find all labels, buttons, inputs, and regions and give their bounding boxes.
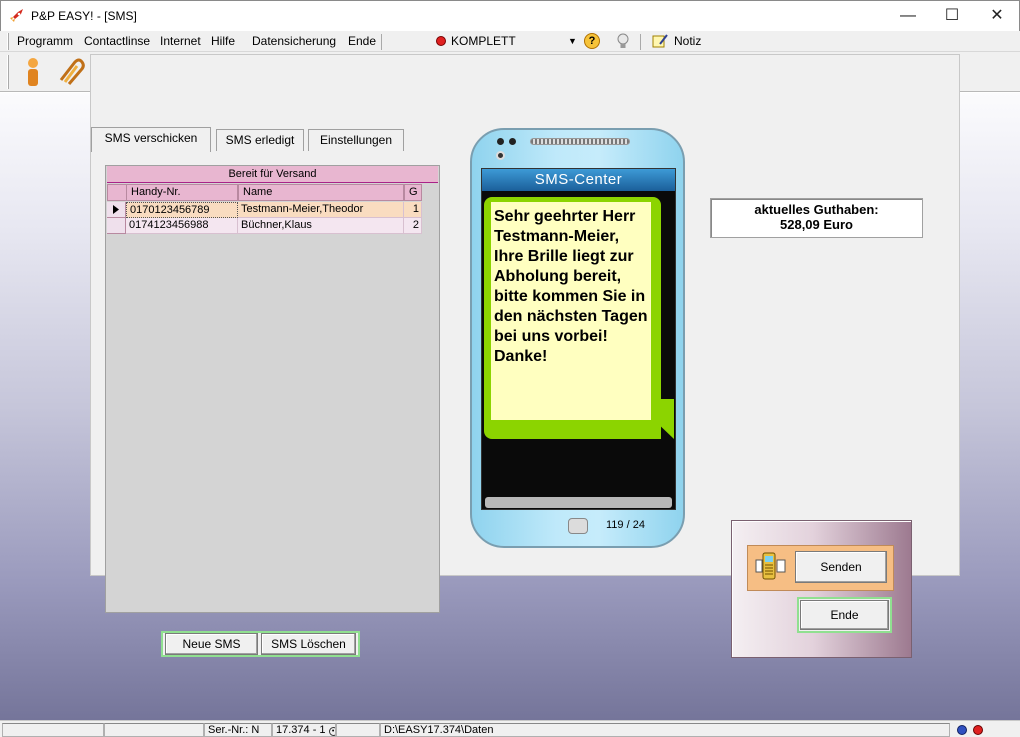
paperclip-icon[interactable] — [55, 56, 87, 88]
end-button[interactable]: Ende — [800, 600, 889, 630]
minimize-button[interactable]: — — [885, 1, 931, 31]
character-counter: 119 / 24 — [606, 519, 645, 531]
cell-phone[interactable]: 0170123456789 — [126, 202, 238, 218]
column-header-phone[interactable]: Handy-Nr. — [126, 184, 238, 201]
status-version: 17.374 - 1 • — [272, 723, 336, 737]
window-title: P&P EASY! - [SMS] — [31, 9, 137, 23]
status-cell-empty — [336, 723, 380, 737]
status-version-text: 17.374 - 1 — [276, 724, 326, 736]
column-header-g[interactable]: G — [404, 184, 422, 201]
credit-value: 528,09 Euro — [780, 217, 853, 232]
credit-box: aktuelles Guthaben: 528,09 Euro — [710, 198, 923, 238]
status-cell-empty — [104, 723, 204, 737]
menu-hilfe[interactable]: Hilfe — [211, 34, 235, 48]
send-button[interactable]: Senden — [795, 551, 887, 583]
menu-internet[interactable]: Internet — [160, 34, 201, 48]
status-path: D:\EASY17.374\Daten — [380, 723, 950, 737]
speaker-icon — [530, 138, 630, 145]
menu-datensicherung[interactable]: Datensicherung — [252, 34, 336, 48]
rocket-icon — [10, 9, 23, 22]
status-blue-led-icon — [957, 725, 967, 735]
status-serial: Ser.-Nr.: N — [204, 723, 272, 737]
camera-icon — [509, 138, 516, 145]
row-indicator[interactable] — [107, 202, 126, 218]
camera-icon — [497, 138, 504, 145]
menu-separator — [640, 34, 641, 50]
row-indicator[interactable] — [107, 218, 126, 234]
credit-label: aktuelles Guthaben: — [754, 202, 879, 217]
status-cell-empty — [2, 723, 104, 737]
menu-programm[interactable]: Programm — [17, 34, 73, 48]
menu-grip — [7, 33, 9, 50]
status-bar: Ser.-Nr.: N 17.374 - 1 • D:\EASY17.374\D… — [0, 720, 1020, 737]
status-red-icon — [436, 36, 446, 46]
phone-send-icon — [755, 552, 786, 580]
cell-phone[interactable]: 0174123456988 — [126, 218, 238, 234]
person-icon[interactable] — [17, 56, 49, 88]
menu-bar: Programm Contactlinse Internet Hilfe Dat… — [0, 31, 1020, 52]
delete-sms-button[interactable]: SMS Löschen — [261, 633, 356, 655]
message-text[interactable]: Sehr geehrter Herr Testmann-Meier, Ihre … — [491, 202, 651, 420]
note-icon — [652, 33, 668, 49]
menu-notiz[interactable]: Notiz — [674, 34, 701, 48]
menu-separator — [381, 34, 382, 50]
phone-progress-bar — [485, 497, 672, 508]
help-icon[interactable]: ? — [584, 33, 600, 49]
column-header-name[interactable]: Name — [238, 184, 404, 201]
phone-preview: SMS-Center Sehr geehrter Herr Testmann-M… — [470, 128, 685, 548]
mode-dropdown-icon[interactable]: ▼ — [568, 36, 577, 46]
menu-ende[interactable]: Ende — [348, 34, 376, 48]
cell-name[interactable]: Büchner,Klaus — [238, 218, 404, 234]
sms-center-header: SMS-Center — [482, 169, 675, 191]
front-camera-icon — [496, 151, 505, 160]
mode-label: KOMPLETT — [451, 34, 516, 48]
phone-screen: SMS-Center Sehr geehrter Herr Testmann-M… — [481, 168, 676, 510]
cell-g[interactable]: 2 — [404, 218, 422, 234]
row-pointer-icon — [113, 205, 119, 214]
cell-name[interactable]: Testmann-Meier,Theodor — [238, 202, 404, 218]
title-bar: P&P EASY! - [SMS] — ☐ ✕ — [0, 0, 1020, 31]
close-button[interactable]: ✕ — [974, 1, 1020, 31]
maximize-button[interactable]: ☐ — [929, 1, 975, 31]
menu-contactlinse[interactable]: Contactlinse — [84, 34, 150, 48]
info-circle-icon: • — [328, 727, 335, 736]
tab-sms-verschicken[interactable]: SMS verschicken — [91, 127, 211, 152]
grid-corner-header — [107, 184, 127, 201]
lightbulb-icon[interactable] — [616, 33, 630, 49]
tab-einstellungen[interactable]: Einstellungen — [308, 129, 404, 151]
tab-sms-erledigt[interactable]: SMS erledigt — [216, 129, 304, 151]
grid-caption: Bereit für Versand — [107, 166, 438, 183]
home-button-icon — [568, 518, 588, 534]
toolbar-grip — [7, 55, 9, 89]
cell-g[interactable]: 1 — [404, 202, 422, 218]
new-sms-button[interactable]: Neue SMS — [165, 633, 258, 655]
status-red-led-icon — [973, 725, 983, 735]
